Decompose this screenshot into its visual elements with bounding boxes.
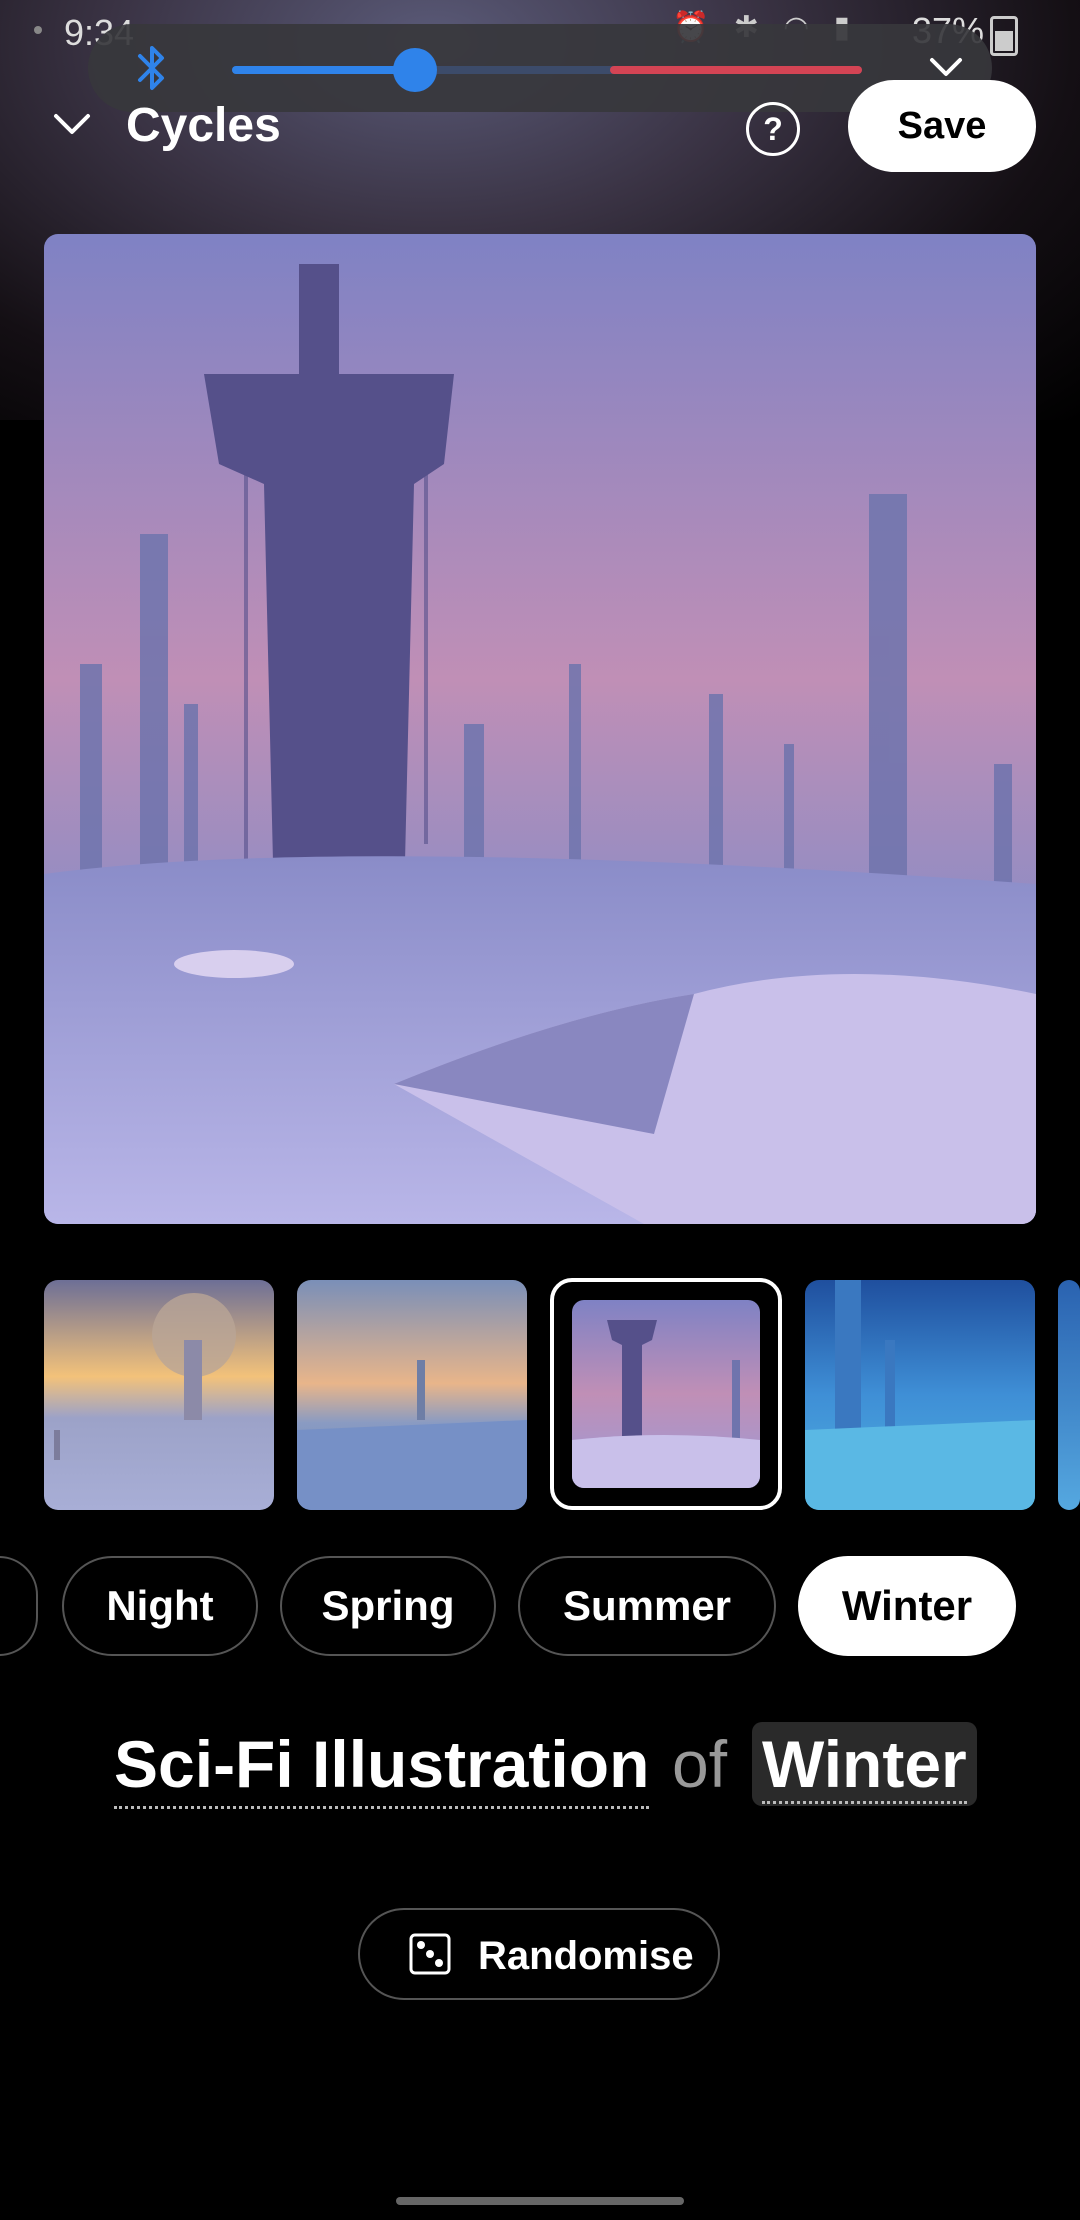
help-button[interactable]: ? xyxy=(746,102,800,156)
chip-spring[interactable]: Spring xyxy=(280,1556,496,1656)
chip-partial[interactable] xyxy=(0,1556,38,1656)
randomise-button[interactable]: Randomise xyxy=(358,1908,720,2000)
prompt-subject-label: Winter xyxy=(762,1727,967,1804)
prompt-style-selector[interactable]: Sci-Fi Illustration xyxy=(114,1724,650,1809)
volume-thumb[interactable] xyxy=(392,48,437,92)
notification-dot xyxy=(34,26,42,34)
variant-thumbnail[interactable] xyxy=(805,1280,1035,1510)
variant-thumbnail[interactable] xyxy=(297,1280,527,1510)
chip-night[interactable]: Night xyxy=(62,1556,258,1656)
bluetooth-icon xyxy=(138,46,164,90)
save-button[interactable]: Save xyxy=(848,80,1036,172)
battery-icon xyxy=(990,16,1018,56)
page-title: Cycles xyxy=(126,99,281,152)
volume-slider[interactable] xyxy=(232,48,862,92)
chevron-down-icon[interactable] xyxy=(52,110,92,140)
variant-thumbnail[interactable] xyxy=(44,1280,274,1510)
home-indicator[interactable] xyxy=(396,2197,684,2205)
chip-winter[interactable]: Winter xyxy=(798,1556,1016,1656)
variant-thumbnail[interactable] xyxy=(1058,1280,1080,1510)
dice-icon xyxy=(409,1933,451,1975)
randomise-label: Randomise xyxy=(478,1934,694,1978)
generated-image xyxy=(44,234,1036,1224)
volume-danger-zone xyxy=(610,66,862,74)
variant-thumbnail-selected[interactable] xyxy=(550,1278,782,1510)
chip-summer[interactable]: Summer xyxy=(518,1556,776,1656)
prompt-connector: of xyxy=(672,1727,728,1801)
volume-fill xyxy=(232,66,415,74)
prompt-subject-selector[interactable]: Winter xyxy=(752,1722,977,1806)
